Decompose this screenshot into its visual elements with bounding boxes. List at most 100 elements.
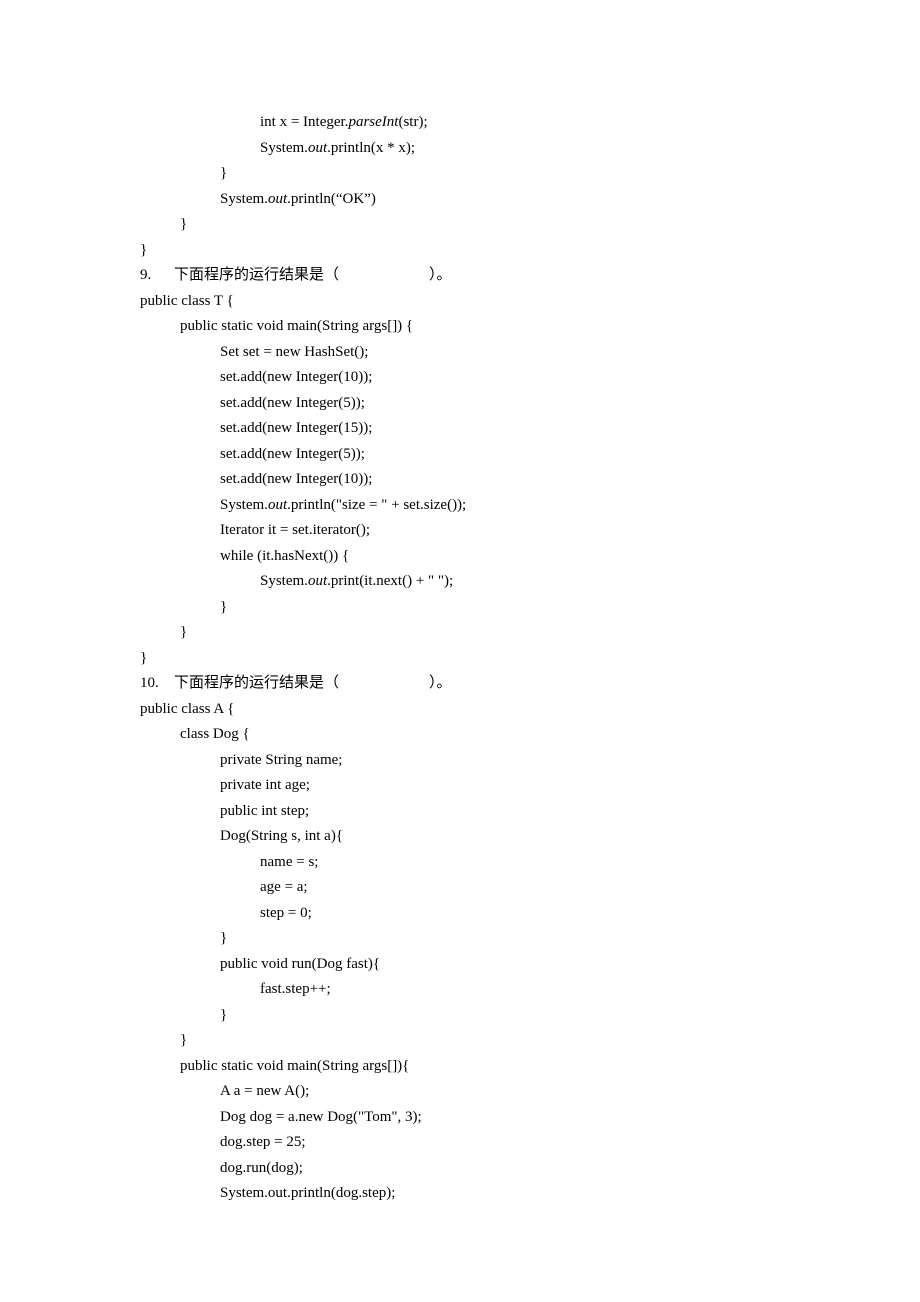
code-line: set.add(new Integer(5)); (140, 391, 780, 417)
code-segment: step = 0; (260, 905, 312, 921)
code-segment: } (220, 930, 227, 946)
code-segment: } (180, 1032, 187, 1048)
code-line: System.out.println(“OK”) (140, 187, 780, 213)
question-suffix: ）。 (429, 267, 452, 283)
code-segment: public class T { (140, 293, 234, 309)
code-line: } (140, 926, 780, 952)
code-line: public int step; (140, 799, 780, 825)
code-segment: System. (220, 191, 268, 207)
question-number: 9. (140, 263, 174, 289)
question-text: 下面程序的运行结果是（ ）。 (174, 263, 452, 289)
code-block: public class A { class Dog { private Strin… (140, 697, 780, 1207)
code-line: } (140, 1003, 780, 1029)
code-segment: parseInt (348, 114, 398, 130)
code-line: dog.run(dog); (140, 1156, 780, 1182)
question-text: 下面程序的运行结果是（ ）。 (174, 671, 452, 697)
code-line: } (140, 1028, 780, 1054)
question-prompt: 9.下面程序的运行结果是（ ）。 (140, 263, 780, 289)
code-segment: name = s; (260, 854, 318, 870)
code-line: name = s; (140, 850, 780, 876)
code-line: set.add(new Integer(5)); (140, 442, 780, 468)
code-segment: private String name; (220, 752, 342, 768)
code-line: public void run(Dog fast){ (140, 952, 780, 978)
code-line: } (140, 212, 780, 238)
answer-blank[interactable] (339, 267, 429, 283)
code-segment: } (140, 242, 147, 258)
code-segment: dog.step = 25; (220, 1134, 306, 1150)
document-page: int x = Integer.parseInt(str);System.out… (0, 0, 920, 1302)
code-segment: Dog(String s, int a){ (220, 828, 343, 844)
code-line: class Dog { (140, 722, 780, 748)
code-segment: Set set = new HashSet(); (220, 344, 368, 360)
code-line: set.add(new Integer(15)); (140, 416, 780, 442)
question: 9.下面程序的运行结果是（ ）。 public class T { public s… (140, 263, 780, 671)
code-line: } (140, 238, 780, 264)
code-segment: public void run(Dog fast){ (220, 956, 380, 972)
code-segment: while (it.hasNext()) { (220, 548, 349, 564)
code-segment: .println("size = " + set.size()); (287, 497, 466, 513)
code-segment: A a = new A(); (220, 1083, 309, 1099)
code-line: System.out.print(it.next() + " "); (140, 569, 780, 595)
code-segment: System.out.println(dog.step); (220, 1185, 395, 1201)
code-segment: System. (260, 573, 308, 589)
code-line: dog.step = 25; (140, 1130, 780, 1156)
code-line: A a = new A(); (140, 1079, 780, 1105)
intro-code-block: int x = Integer.parseInt(str);System.out… (140, 110, 780, 263)
code-segment: set.add(new Integer(10)); (220, 369, 372, 385)
code-segment: } (180, 216, 187, 232)
code-segment: set.add(new Integer(15)); (220, 420, 372, 436)
code-line: private int age; (140, 773, 780, 799)
code-line: private String name; (140, 748, 780, 774)
code-line: } (140, 620, 780, 646)
code-segment: Iterator it = set.iterator(); (220, 522, 370, 538)
code-segment: (str); (398, 114, 427, 130)
code-segment: fast.step++; (260, 981, 331, 997)
question-number: 10. (140, 671, 174, 697)
code-segment: } (220, 599, 227, 615)
code-line: Set set = new HashSet(); (140, 340, 780, 366)
code-segment: dog.run(dog); (220, 1160, 303, 1176)
code-line: } (140, 646, 780, 672)
code-segment: } (140, 650, 147, 666)
code-line: System.out.println("size = " + set.size(… (140, 493, 780, 519)
answer-blank[interactable] (339, 675, 429, 691)
code-segment: .println(x * x); (327, 140, 415, 156)
code-segment: int x = Integer. (260, 114, 348, 130)
code-segment: public static void main(String args[]) { (180, 318, 413, 334)
code-segment: out (268, 191, 287, 207)
code-segment: out (308, 140, 327, 156)
code-line: Dog(String s, int a){ (140, 824, 780, 850)
code-segment: System. (220, 497, 268, 513)
code-segment: } (220, 1007, 227, 1023)
code-line: set.add(new Integer(10)); (140, 365, 780, 391)
code-line: } (140, 161, 780, 187)
code-segment: out (268, 497, 287, 513)
question-prefix: 下面程序的运行结果是（ (174, 267, 339, 283)
code-line: set.add(new Integer(10)); (140, 467, 780, 493)
code-line: public class A { (140, 697, 780, 723)
question-prompt: 10.下面程序的运行结果是（ ）。 (140, 671, 780, 697)
code-line: step = 0; (140, 901, 780, 927)
code-segment: public class A { (140, 701, 234, 717)
code-segment: age = a; (260, 879, 308, 895)
questions-container: 9.下面程序的运行结果是（ ）。public class T {public s… (140, 263, 780, 1207)
code-line: Iterator it = set.iterator(); (140, 518, 780, 544)
code-line: public static void main(String args[]){ (140, 1054, 780, 1080)
code-line: while (it.hasNext()) { (140, 544, 780, 570)
code-line: int x = Integer.parseInt(str); (140, 110, 780, 136)
question: 10.下面程序的运行结果是（ ）。 public class A { class D… (140, 671, 780, 1207)
code-segment: public int step; (220, 803, 309, 819)
code-line: public static void main(String args[]) { (140, 314, 780, 340)
code-segment: out (308, 573, 327, 589)
code-line: System.out.println(x * x); (140, 136, 780, 162)
code-segment: public static void main(String args[]){ (180, 1058, 409, 1074)
code-segment: .println(“OK”) (287, 191, 376, 207)
code-line: fast.step++; (140, 977, 780, 1003)
question-prefix: 下面程序的运行结果是（ (174, 675, 339, 691)
code-block: public class T { public static void main(… (140, 289, 780, 672)
code-segment: System. (260, 140, 308, 156)
question-suffix: ）。 (429, 675, 452, 691)
code-segment: set.add(new Integer(5)); (220, 395, 365, 411)
code-segment: .print(it.next() + " "); (327, 573, 453, 589)
code-segment: } (220, 165, 227, 181)
